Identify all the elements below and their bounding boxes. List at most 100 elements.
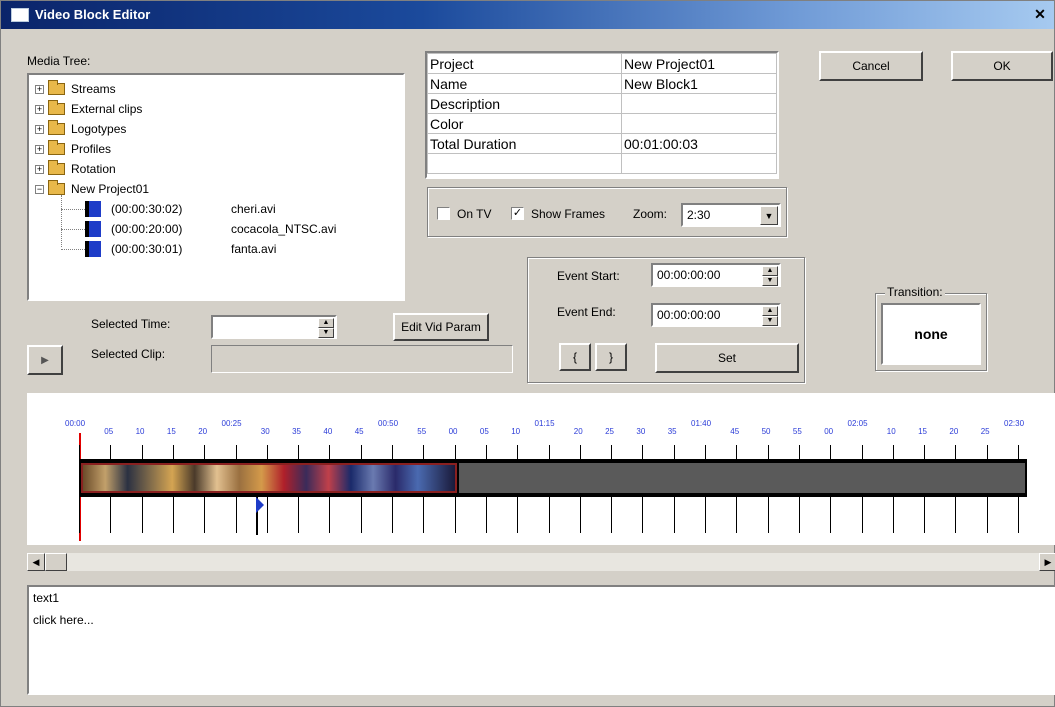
property-row[interactable]: Name New Block1 (427, 73, 777, 94)
property-value[interactable]: New Block1 (621, 73, 777, 94)
tree-folder[interactable]: + Rotation (35, 159, 116, 179)
timeline-tick (705, 497, 706, 533)
scroll-right-icon[interactable]: ▶ (1039, 553, 1055, 571)
properties-table[interactable]: Project New Project01 Name New Block1 Descri… (425, 51, 779, 179)
cancel-button[interactable]: Cancel (819, 51, 923, 81)
property-value[interactable] (621, 93, 777, 114)
notes-box[interactable]: text1 click here... (27, 585, 1055, 695)
property-value[interactable]: 00:01:00:03 (621, 133, 777, 154)
property-row[interactable]: Color (427, 113, 777, 134)
clip-name: cocacola_NTSC.avi (231, 222, 337, 236)
timeline-tick (392, 497, 393, 533)
ok-button[interactable]: OK (951, 51, 1053, 81)
timeline-tick-label: 45 (354, 427, 364, 436)
tree-folder[interactable]: + Logotypes (35, 119, 126, 139)
tree-folder[interactable]: + Profiles (35, 139, 111, 159)
timeline-tick-label: 15 (918, 427, 927, 436)
folder-icon (48, 160, 65, 175)
expand-icon[interactable]: + (35, 144, 44, 154)
property-row[interactable]: Total Duration 00:01:00:03 (427, 133, 777, 154)
expand-icon[interactable]: + (35, 84, 44, 94)
empty-cell (427, 153, 622, 174)
timeline-tick (298, 497, 300, 533)
expand-icon[interactable]: + (35, 104, 44, 114)
tree-folder-label: New Project01 (71, 182, 150, 196)
property-row[interactable]: Description (427, 93, 777, 114)
timeline[interactable]: 00:00 05 10 15 20 00:25 30 35 40 45 00:50 55 00 05 10 0… (27, 393, 1055, 545)
timeline-tick (266, 497, 268, 533)
property-value[interactable] (621, 113, 777, 134)
timeline-tick (1018, 497, 1019, 533)
timeline-tick-label: 10 (511, 427, 521, 436)
set-button[interactable]: Set (655, 343, 799, 373)
event-end-spinner[interactable]: ▲ ▼ (762, 306, 778, 326)
timeline-tick-label: 50 (761, 427, 771, 436)
clip-frames[interactable] (81, 463, 457, 493)
expand-icon[interactable]: + (35, 124, 44, 134)
on-tv-checkbox[interactable] (437, 207, 450, 220)
zoom-select[interactable]: 2:30 ▼ (681, 203, 781, 227)
property-value[interactable]: New Project01 (621, 53, 777, 74)
selected-time-field[interactable]: ▲ ▼ (211, 315, 337, 339)
timeline-tick-label: 02:05 (847, 419, 868, 428)
scroll-thumb[interactable] (45, 553, 67, 571)
timeline-tick-label: 10 (135, 427, 145, 436)
folder-icon (48, 80, 65, 95)
timeline-tick (423, 445, 425, 459)
timeline-tick (204, 445, 206, 459)
property-row[interactable]: Project New Project01 (427, 53, 777, 74)
event-start-field[interactable]: 00:00:00:00 ▲ ▼ (651, 263, 781, 287)
title-bar[interactable]: Video Block Editor ✕ (1, 1, 1054, 29)
scroll-left-icon[interactable]: ◀ (27, 553, 45, 571)
timeline-tick (517, 445, 519, 459)
timeline-tick (454, 445, 456, 459)
empty-track[interactable] (459, 463, 1025, 493)
show-frames-checkbox[interactable]: ✓ (511, 207, 524, 220)
timeline-tick (924, 445, 926, 459)
timeline-tick-label: 30 (260, 427, 270, 436)
play-icon[interactable]: ▶ (27, 345, 63, 375)
timeline-tick (110, 497, 112, 533)
timeline-tick (485, 497, 487, 533)
timeline-tick (110, 445, 112, 459)
tree-connector (61, 229, 85, 230)
transition-value[interactable]: none (881, 303, 981, 365)
timeline-tick (892, 497, 894, 533)
selected-time-spinner[interactable]: ▲ ▼ (318, 318, 334, 338)
show-frames-label: Show Frames (531, 207, 606, 221)
bracket-close-button[interactable]: } (595, 343, 627, 371)
timeline-tick-label: 15 (166, 427, 176, 436)
close-icon[interactable]: ✕ (1032, 6, 1048, 22)
media-tree[interactable]: + Streams + External clips + Logotypes + Profil… (27, 73, 405, 301)
filmstrip[interactable] (79, 459, 1027, 497)
tree-folder-label: Rotation (71, 162, 116, 176)
timeline-tick (517, 497, 519, 533)
timeline-tick-label: 00 (824, 427, 834, 436)
edit-vid-param-button[interactable]: Edit Vid Param (393, 313, 489, 341)
media-tree-label: Media Tree: (27, 54, 91, 68)
timeline-tick (1018, 445, 1019, 459)
property-key: Total Duration (427, 133, 622, 154)
bracket-open-button[interactable]: { (559, 343, 591, 371)
tree-folder[interactable]: − New Project01 (35, 179, 149, 199)
expand-icon[interactable]: + (35, 164, 44, 174)
tree-clip-item[interactable]: (00:00:30:02) cheri.avi (85, 199, 276, 219)
selected-time-label: Selected Time: (91, 317, 171, 331)
collapse-icon[interactable]: − (35, 184, 44, 194)
timeline-tick (298, 445, 300, 459)
event-end-field[interactable]: 00:00:00:00 ▲ ▼ (651, 303, 781, 327)
timeline-tick-label: 10 (886, 427, 896, 436)
notes-placeholder[interactable]: click here... (33, 613, 1051, 627)
clip-name: fanta.avi (231, 242, 277, 256)
timeline-tick (798, 497, 800, 533)
chevron-down-icon[interactable]: ▼ (760, 206, 778, 225)
timeline-tick (830, 445, 832, 459)
event-start-spinner[interactable]: ▲ ▼ (762, 266, 778, 286)
tree-folder[interactable]: + Streams (35, 79, 116, 99)
tree-clip-item[interactable]: (00:00:20:00) cocacola_NTSC.avi (85, 219, 336, 239)
tree-clip-item[interactable]: (00:00:30:01) fanta.avi (85, 239, 276, 259)
tree-folder[interactable]: + External clips (35, 99, 142, 119)
timeline-tick (673, 445, 675, 459)
timeline-scrollbar[interactable]: ◀ ▶ (27, 553, 1055, 571)
playhead-marker-icon[interactable] (256, 497, 264, 513)
